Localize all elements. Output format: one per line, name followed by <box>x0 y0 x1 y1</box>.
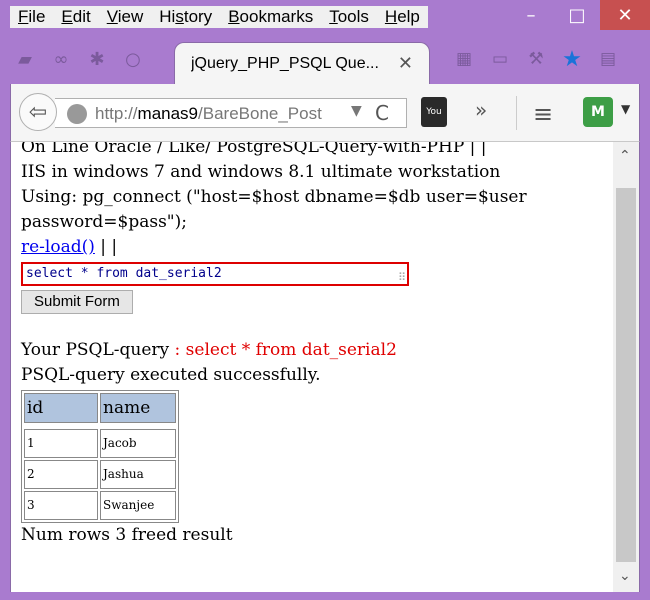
menu-tools[interactable]: Tools <box>321 6 377 28</box>
back-button[interactable]: ⇦ <box>19 93 57 131</box>
table-gap-cell <box>24 425 176 427</box>
rows-footer: Num rows 3 freed result <box>21 525 233 545</box>
toolbar-icons-right: ▦ ▭ ⚒ ★ ▤ <box>452 47 620 72</box>
menu-edit[interactable]: Edit <box>53 6 98 28</box>
reload-link[interactable]: re-load() <box>21 237 95 257</box>
query-input-value: select * from dat_serial2 <box>26 266 222 281</box>
your-query-label: Your PSQL-query <box>21 340 175 360</box>
mask-icon[interactable]: ∞ <box>50 48 72 70</box>
menu-help[interactable]: Help <box>377 6 428 28</box>
tab-strip: ▰ ∞ ✱ ○ jQuery_PHP_PSQL Que... ✕ ▦ ▭ ⚒ ★… <box>0 34 650 86</box>
menu-bookmarks[interactable]: Bookmarks <box>220 6 321 28</box>
url-text[interactable]: http://manas9/BareBone_Post <box>95 104 345 124</box>
scroll-up-icon[interactable]: ⌃ <box>619 148 631 164</box>
table-header-id: id <box>24 393 98 423</box>
tab-active[interactable]: jQuery_PHP_PSQL Que... ✕ <box>174 42 430 86</box>
url-scheme: http:// <box>95 104 138 123</box>
table-row: 3 Swanjee <box>24 491 176 520</box>
table-cell-id: 1 <box>24 429 98 458</box>
submit-form-button[interactable]: Submit Form <box>21 290 133 314</box>
minimize-button[interactable]: – <box>508 0 554 30</box>
vertical-scrollbar[interactable]: ⌃ ⌄ <box>613 142 639 592</box>
page-content: On Line Oracle / Like/ PostgreSQL-Query-… <box>10 142 640 592</box>
url-dropdown-icon[interactable]: ▼ <box>351 103 362 119</box>
close-window-button[interactable]: ✕ <box>600 0 650 30</box>
query-status: PSQL-query executed successfully. <box>21 365 321 385</box>
page-platform-line: IIS in windows 7 and windows 8.1 ultimat… <box>21 162 501 182</box>
table-cell-name: Jashua <box>100 460 176 489</box>
tab-title: jQuery_PHP_PSQL Que... <box>191 55 379 72</box>
reload-line: re-load() | | <box>21 235 611 260</box>
table-row: 1 Jacob <box>24 429 176 458</box>
url-host: manas9 <box>137 104 199 123</box>
addon-dropdown-icon[interactable]: ▼ <box>621 102 630 116</box>
menu-bar: File Edit View History Bookmarks Tools H… <box>0 0 650 34</box>
table-header-name: name <box>100 393 176 423</box>
result-table: id name 1 Jacob 2 Jashua 3 Swanjee <box>21 390 179 523</box>
wrench-icon[interactable]: ⚒ <box>524 48 548 70</box>
menu-view[interactable]: View <box>99 6 152 28</box>
clipboard-icon[interactable]: ▤ <box>596 48 620 70</box>
reload-suffix: | | <box>94 237 118 257</box>
window-bottom-frame <box>10 592 640 600</box>
menu-file[interactable]: File <box>10 6 53 28</box>
table-gap <box>24 425 176 427</box>
query-input[interactable]: select * from dat_serial2 ⠿ <box>21 262 409 286</box>
page-password-line: password=$pass"); <box>21 212 187 232</box>
overflow-chevron-icon[interactable]: » <box>475 98 487 122</box>
grid-icon[interactable]: ▦ <box>452 48 476 70</box>
folder-icon[interactable]: ▰ <box>14 48 36 70</box>
reload-icon[interactable]: C <box>375 101 389 125</box>
page-body: On Line Oracle / Like/ PostgreSQL-Query-… <box>21 142 611 548</box>
resize-grip-icon[interactable]: ⠿ <box>398 268 406 288</box>
table-cell-id: 2 <box>24 460 98 489</box>
navigation-toolbar: http://manas9/BareBone_Post ▼ C ⇦ You » … <box>10 84 640 142</box>
table-cell-id: 3 <box>24 491 98 520</box>
your-query-value: : select * from dat_serial2 <box>174 340 397 360</box>
maximize-button[interactable]: □ <box>554 0 600 30</box>
back-arrow-icon: ⇦ <box>28 99 48 125</box>
table-header-row: id name <box>24 393 176 423</box>
gear-icon[interactable]: ✱ <box>86 48 108 70</box>
table-cell-name: Swanjee <box>100 491 176 520</box>
window-icon[interactable]: ▭ <box>488 48 512 70</box>
your-query-line: Your PSQL-query : select * from dat_seri… <box>21 338 611 363</box>
tab-strip-tools: ▰ ∞ ✱ ○ <box>14 48 144 70</box>
scroll-down-icon[interactable]: ⌄ <box>619 568 631 584</box>
search-icon[interactable]: ○ <box>122 48 144 70</box>
table-cell-name: Jacob <box>100 429 176 458</box>
menu-hamburger-icon[interactable]: ≡ <box>533 100 553 128</box>
url-bar[interactable]: http://manas9/BareBone_Post ▼ C <box>55 98 407 128</box>
window-controls: – □ ✕ <box>508 0 650 30</box>
toolbar-separator <box>516 96 517 130</box>
menu-items: File Edit View History Bookmarks Tools H… <box>10 6 428 28</box>
menu-history[interactable]: History <box>151 6 220 28</box>
youtube-addon-icon[interactable]: You <box>421 97 447 127</box>
table-row: 2 Jashua <box>24 460 176 489</box>
globe-icon <box>67 104 87 124</box>
star-icon[interactable]: ★ <box>560 47 584 72</box>
page-heading-line: On Line Oracle / Like/ PostgreSQL-Query-… <box>21 142 487 157</box>
shield-addon-icon[interactable]: M <box>583 97 613 127</box>
page-using-line: Using: pg_connect ("host=$host dbname=$d… <box>21 187 527 207</box>
url-path: /BareBone_Post <box>198 104 322 123</box>
tab-close-icon[interactable]: ✕ <box>398 53 413 74</box>
scroll-thumb[interactable] <box>616 188 636 562</box>
